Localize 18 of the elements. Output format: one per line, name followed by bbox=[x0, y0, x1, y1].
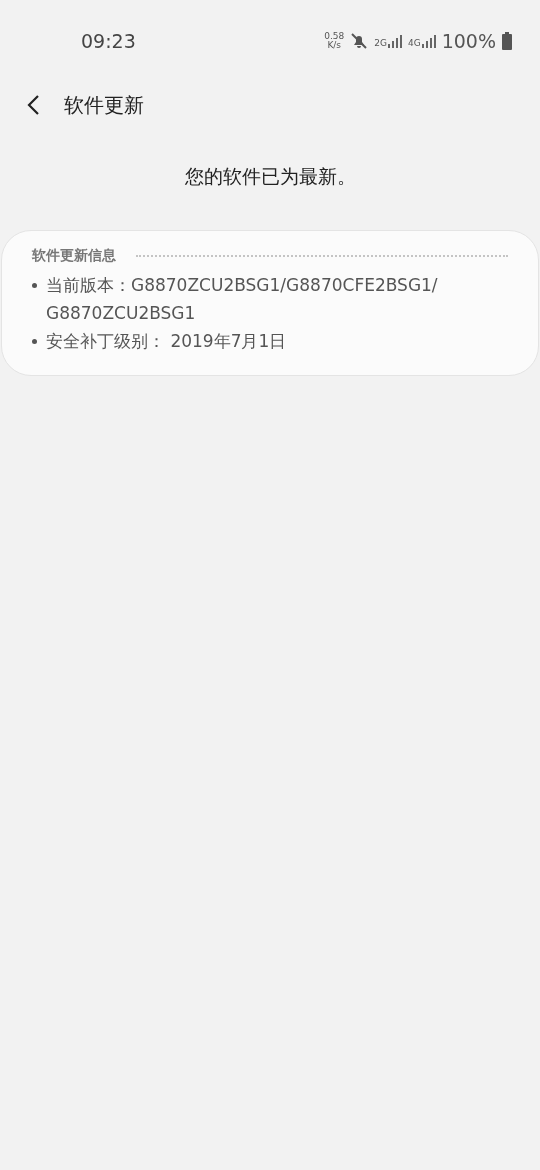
back-icon[interactable] bbox=[26, 94, 40, 116]
section-heading: 软件更新信息 bbox=[32, 247, 116, 265]
info-text: 当前版本：G8870ZCU2BSG1/G8870CFE2BSG1/ G8870ZCU2BSG1 bbox=[46, 274, 438, 325]
clock: 09:23 bbox=[81, 30, 136, 52]
battery-icon bbox=[502, 32, 512, 50]
network-type: 4G bbox=[407, 38, 421, 48]
signal-icon bbox=[387, 34, 402, 48]
mute-icon bbox=[350, 32, 369, 50]
bullet-icon bbox=[32, 283, 37, 288]
speed-unit: K/s bbox=[327, 41, 342, 50]
info-text: 安全补丁级别： 2019年7月1日 bbox=[46, 330, 287, 353]
battery-level: 100% bbox=[441, 30, 496, 52]
network-type: 2G bbox=[374, 38, 387, 48]
status-message: 您的软件已为最新。 bbox=[183, 164, 357, 189]
network-speed: 0.58 bbox=[324, 32, 345, 41]
signal-icon bbox=[421, 34, 436, 48]
page-title: 软件更新 bbox=[64, 91, 144, 119]
bullet-icon bbox=[32, 339, 37, 344]
